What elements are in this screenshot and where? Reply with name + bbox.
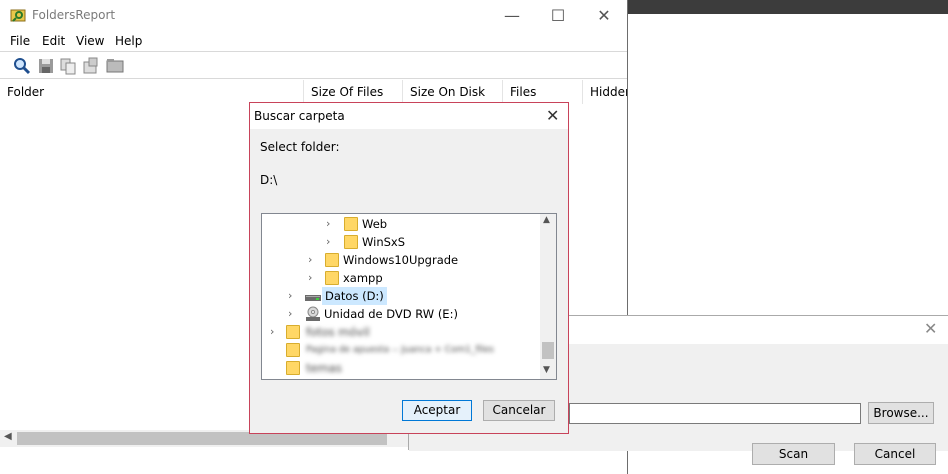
menu-view[interactable]: View bbox=[76, 34, 104, 48]
chevron-right-icon[interactable]: › bbox=[308, 251, 318, 269]
column-files[interactable]: Files bbox=[503, 80, 583, 104]
scan-path-input[interactable] bbox=[569, 403, 861, 424]
browse-folder-dialog: Buscar carpeta ✕ Select folder: D:\ › We… bbox=[249, 102, 569, 434]
chevron-right-icon[interactable]: › bbox=[288, 287, 298, 305]
folder-icon bbox=[325, 271, 339, 285]
dialog-title: Buscar carpeta bbox=[254, 109, 345, 123]
chevron-right-icon[interactable]: › bbox=[270, 323, 280, 341]
properties-icon[interactable] bbox=[81, 56, 101, 76]
tree-vertical-scrollbar[interactable]: ▲ ▼ bbox=[540, 214, 556, 379]
folder-tree[interactable]: › Web › WinSxS › Windows10Upgrade › xamp… bbox=[261, 213, 557, 380]
scroll-up-icon[interactable]: ▲ bbox=[543, 215, 550, 225]
tree-item-web[interactable]: › Web bbox=[262, 215, 540, 233]
menu-edit[interactable]: Edit bbox=[42, 34, 65, 48]
tree-item-blurred-2[interactable]: Pagina de apuesta -- Juanca + Com1_files bbox=[262, 341, 540, 359]
scan-cancel-button[interactable]: Cancel bbox=[854, 443, 936, 465]
dvd-icon bbox=[306, 306, 320, 321]
dialog-title-bar: Buscar carpeta ✕ bbox=[250, 103, 568, 129]
dialog-close-icon[interactable]: ✕ bbox=[546, 106, 559, 125]
folder-open-icon[interactable] bbox=[105, 56, 125, 76]
tree-item-blurred-1[interactable]: › fotos móvil bbox=[262, 323, 540, 341]
scan-button[interactable]: Scan bbox=[752, 443, 835, 465]
column-size-of-files[interactable]: Size Of Files bbox=[304, 80, 403, 104]
close-button[interactable]: ✕ bbox=[581, 0, 627, 31]
menu-file[interactable]: File bbox=[10, 34, 30, 48]
folder-icon bbox=[344, 217, 358, 231]
title-bar: FoldersReport — ☐ ✕ bbox=[0, 0, 627, 31]
chevron-right-icon[interactable]: › bbox=[288, 305, 298, 323]
chevron-right-icon[interactable]: › bbox=[308, 269, 318, 287]
browse-button[interactable]: Browse... bbox=[868, 402, 934, 424]
search-icon[interactable] bbox=[12, 56, 32, 76]
menu-bar: File Edit View Help bbox=[0, 31, 627, 51]
tree-item-blurred-3[interactable]: temas bbox=[262, 359, 540, 377]
aceptar-button[interactable]: Aceptar bbox=[402, 400, 472, 421]
chevron-right-icon[interactable]: › bbox=[326, 233, 336, 251]
menu-help[interactable]: Help bbox=[115, 34, 142, 48]
tree-item-dvd-e[interactable]: › Unidad de DVD RW (E:) bbox=[262, 305, 540, 323]
tree-item-windows10upgrade[interactable]: › Windows10Upgrade bbox=[262, 251, 540, 269]
scrollbar-thumb[interactable] bbox=[542, 342, 554, 359]
scroll-down-icon[interactable]: ▼ bbox=[543, 365, 550, 375]
tree-item-winsxs[interactable]: › WinSxS bbox=[262, 233, 540, 251]
tree-item-xampp[interactable]: › xampp bbox=[262, 269, 540, 287]
select-folder-label: Select folder: bbox=[260, 140, 340, 154]
close-icon[interactable]: ✕ bbox=[924, 319, 937, 338]
toolbar bbox=[0, 51, 627, 79]
folder-icon bbox=[325, 253, 339, 267]
folder-icon bbox=[286, 361, 300, 375]
column-hidden[interactable]: Hidden bbox=[583, 80, 627, 104]
desktop-taskbar-strip bbox=[628, 0, 948, 14]
cancelar-button[interactable]: Cancelar bbox=[483, 400, 555, 421]
maximize-button[interactable]: ☐ bbox=[535, 0, 581, 31]
scroll-left-icon[interactable]: ◀ bbox=[4, 431, 12, 442]
selected-path: D:\ bbox=[260, 173, 278, 187]
copy-icon[interactable] bbox=[58, 56, 78, 76]
window-title: FoldersReport bbox=[32, 8, 116, 22]
app-icon bbox=[10, 9, 26, 22]
minimize-button[interactable]: — bbox=[489, 0, 535, 31]
column-folder[interactable]: Folder bbox=[0, 80, 304, 104]
report-table-header: Folder Size Of Files Size On Disk Files … bbox=[0, 80, 627, 104]
folder-icon bbox=[286, 343, 300, 357]
drive-icon bbox=[305, 295, 321, 301]
folder-icon bbox=[344, 235, 358, 249]
column-size-on-disk[interactable]: Size On Disk bbox=[403, 80, 503, 104]
save-icon[interactable] bbox=[36, 56, 56, 76]
folder-icon bbox=[286, 325, 300, 339]
chevron-right-icon[interactable]: › bbox=[326, 215, 336, 233]
tree-item-datos-d[interactable]: › Datos (D:) bbox=[262, 287, 540, 305]
